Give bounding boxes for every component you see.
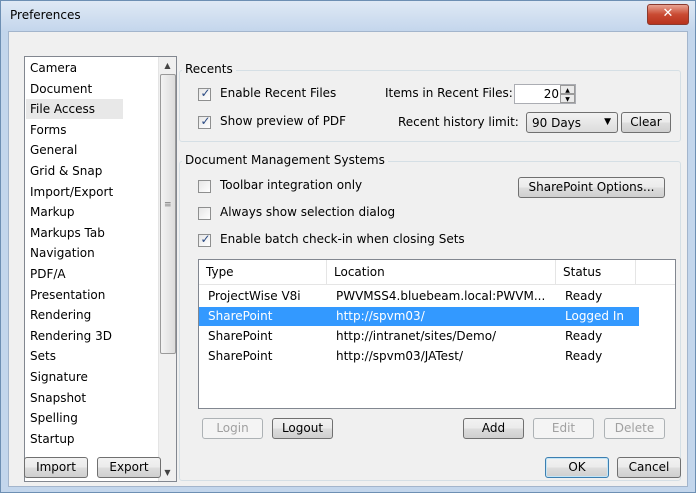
add-button[interactable]: Add bbox=[463, 418, 524, 439]
toolbar-integration-checkbox[interactable] bbox=[198, 180, 211, 193]
category-item[interactable]: Import/Export bbox=[30, 182, 113, 202]
delete-button[interactable]: Delete bbox=[604, 418, 665, 439]
category-item[interactable]: Snapshot bbox=[30, 388, 86, 408]
table-row[interactable]: SharePoint http://spvm03/JATest/Ready bbox=[199, 347, 639, 366]
logout-button[interactable]: Logout bbox=[272, 418, 333, 439]
column-header-location[interactable]: Location bbox=[327, 260, 556, 284]
category-item[interactable]: Signature bbox=[30, 367, 88, 387]
always-show-dialog-checkbox[interactable] bbox=[198, 207, 211, 220]
table-cell-type: SharePoint bbox=[208, 329, 273, 343]
column-header-type[interactable]: Type bbox=[199, 260, 327, 284]
category-item[interactable]: Sets bbox=[30, 346, 56, 366]
recent-history-dropdown[interactable]: 90 Days ▼ bbox=[526, 112, 618, 133]
title-bar[interactable]: Preferences ✕ bbox=[1, 1, 695, 31]
category-item[interactable]: General bbox=[30, 140, 77, 160]
category-item[interactable]: Markup bbox=[30, 202, 74, 222]
window-title: Preferences bbox=[10, 8, 81, 22]
table-cell-location: http://intranet/sites/Demo/ bbox=[336, 329, 497, 343]
category-item[interactable]: Document bbox=[30, 79, 92, 99]
import-button[interactable]: Import bbox=[24, 457, 88, 478]
clear-button[interactable]: Clear bbox=[621, 112, 671, 133]
category-scrollbar[interactable]: ▲ ≡ ▼ bbox=[158, 57, 176, 481]
scroll-thumb[interactable]: ≡ bbox=[160, 74, 176, 354]
table-row[interactable]: SharePoint http://intranet/sites/Demo/Rea… bbox=[199, 327, 639, 346]
dropdown-arrow-icon: ▼ bbox=[604, 117, 611, 127]
show-preview-checkbox[interactable]: ✓ bbox=[198, 114, 211, 129]
recents-group-label: Recents bbox=[182, 62, 236, 76]
category-item[interactable]: Grid & Snap bbox=[30, 161, 102, 181]
category-item[interactable]: Rendering bbox=[30, 305, 91, 325]
items-in-recent-value[interactable]: 20 bbox=[544, 87, 559, 101]
checkmark-icon: ✓ bbox=[200, 232, 211, 246]
table-row[interactable]: ProjectWise V8i PWVMSS4.bluebeam.local:PW… bbox=[199, 287, 639, 306]
category-item[interactable]: Navigation bbox=[30, 243, 95, 263]
category-item[interactable]: Markups Tab bbox=[30, 223, 105, 243]
enable-recent-files-label[interactable]: Enable Recent Files bbox=[220, 86, 336, 100]
table-cell-status: Ready bbox=[565, 329, 603, 343]
cancel-button[interactable]: Cancel bbox=[617, 457, 681, 478]
always-show-dialog-label[interactable]: Always show selection dialog bbox=[220, 205, 395, 219]
items-in-recent-label: Items in Recent Files: bbox=[385, 86, 513, 100]
ok-button[interactable]: OK bbox=[545, 457, 609, 478]
checkmark-icon: ✓ bbox=[200, 114, 211, 128]
category-item[interactable]: Camera bbox=[30, 58, 77, 78]
table-cell-type: SharePoint bbox=[208, 349, 273, 363]
export-button[interactable]: Export bbox=[97, 457, 161, 478]
items-in-recent-spinner[interactable]: 20 ▲ ▼ bbox=[514, 84, 576, 104]
spin-down-icon[interactable]: ▼ bbox=[560, 94, 575, 103]
table-cell-location: PWVMSS4.bluebeam.local:PWVM... bbox=[336, 289, 546, 303]
table-cell-location: http://spvm03/ bbox=[336, 309, 425, 323]
column-header-status[interactable]: Status bbox=[556, 260, 636, 284]
table-cell-location: http://spvm03/JATest/ bbox=[336, 349, 464, 363]
dms-table[interactable]: Type Location Status ProjectWise V8i PWVM… bbox=[198, 259, 676, 409]
batch-checkin-label[interactable]: Enable batch check-in when closing Sets bbox=[220, 232, 465, 246]
edit-button[interactable]: Edit bbox=[533, 418, 594, 439]
table-cell-type: ProjectWise V8i bbox=[208, 289, 301, 303]
category-item[interactable]: Spelling bbox=[30, 408, 78, 428]
enable-recent-files-checkbox[interactable]: ✓ bbox=[198, 86, 211, 101]
table-cell-status: Ready bbox=[565, 289, 603, 303]
toolbar-integration-label[interactable]: Toolbar integration only bbox=[220, 178, 362, 192]
grip-icon: ≡ bbox=[164, 200, 172, 210]
table-cell-status: Logged In bbox=[565, 309, 625, 323]
table-row[interactable]: SharePoint http://spvm03/Logged In bbox=[199, 307, 639, 326]
login-button[interactable]: Login bbox=[202, 418, 263, 439]
sharepoint-options-button[interactable]: SharePoint Options... bbox=[518, 177, 665, 198]
spin-up-icon[interactable]: ▲ bbox=[560, 85, 575, 94]
recent-history-label: Recent history limit: bbox=[398, 115, 519, 129]
scroll-up-icon[interactable]: ▲ bbox=[159, 57, 176, 74]
scroll-down-icon[interactable]: ▼ bbox=[159, 464, 176, 481]
show-preview-label[interactable]: Show preview of PDF bbox=[220, 114, 346, 128]
close-button[interactable]: ✕ bbox=[647, 4, 689, 25]
close-icon[interactable]: ✕ bbox=[663, 6, 674, 21]
table-header: Type Location Status bbox=[199, 260, 675, 285]
table-cell-type: SharePoint bbox=[208, 309, 273, 323]
preferences-window: Preferences ✕ Camera Document File Access F… bbox=[0, 0, 696, 493]
recent-history-value: 90 Days bbox=[532, 116, 582, 130]
category-item[interactable]: File Access bbox=[26, 99, 123, 120]
dialog-client: Camera Document File Access Forms General Gri… bbox=[8, 31, 688, 487]
category-item[interactable]: Presentation bbox=[30, 285, 105, 305]
category-list[interactable]: Camera Document File Access Forms General Gri… bbox=[24, 56, 177, 482]
dms-group-label: Document Management Systems bbox=[182, 153, 388, 167]
checkmark-icon: ✓ bbox=[200, 86, 211, 100]
category-item[interactable]: Startup bbox=[30, 429, 75, 449]
batch-checkin-checkbox[interactable]: ✓ bbox=[198, 232, 211, 247]
category-item[interactable]: Forms bbox=[30, 120, 66, 140]
category-item[interactable]: PDF/A bbox=[30, 264, 66, 284]
category-item[interactable]: Rendering 3D bbox=[30, 326, 112, 346]
table-cell-status: Ready bbox=[565, 349, 603, 363]
